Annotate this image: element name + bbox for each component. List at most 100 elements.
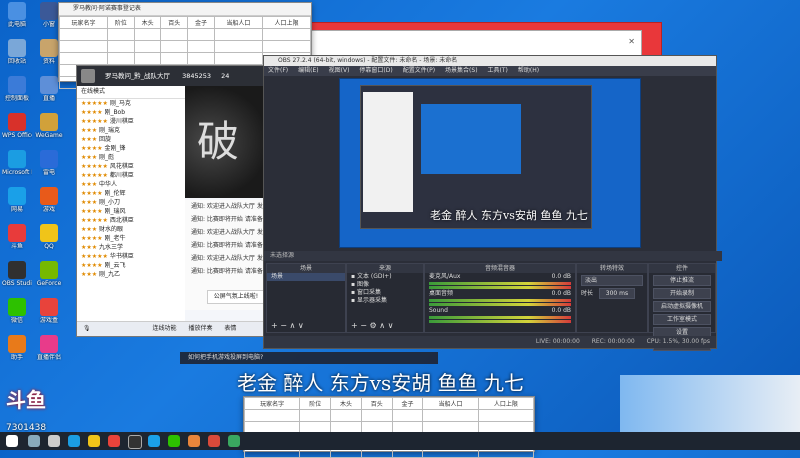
volume-slider[interactable] bbox=[429, 303, 571, 306]
status-rec: REC: 00:00:00 bbox=[591, 338, 635, 345]
spreadsheet-icon[interactable] bbox=[228, 435, 240, 447]
menu-item[interactable]: 工具(T) bbox=[488, 67, 508, 74]
user-list-item[interactable]: ★★★★★ 风花棋臣 bbox=[77, 162, 185, 171]
notice-bar[interactable]: 如何把手机游戏投屏到电脑? bbox=[180, 352, 438, 364]
desktop-icon[interactable]: GeForce bbox=[34, 261, 64, 287]
menu-item[interactable]: 配置文件(P) bbox=[403, 67, 435, 74]
status-no-source: 未选择源 bbox=[270, 252, 295, 259]
user-list-item[interactable]: ★★★ 中华人 bbox=[77, 180, 185, 189]
douyu-icon[interactable] bbox=[188, 435, 200, 447]
desktop-icon[interactable]: 回收站 bbox=[2, 39, 32, 65]
user-list-item[interactable]: ★★★★ 刚_老牛 bbox=[77, 234, 185, 243]
volume-meter[interactable] bbox=[429, 282, 571, 285]
chat-bottom-btn-2[interactable]: 播放伴奏 bbox=[188, 325, 212, 332]
desktop-icon[interactable]: 助手 bbox=[2, 335, 32, 361]
scenes-add-icon[interactable]: + − ∧ ∨ bbox=[271, 321, 304, 330]
volume-slider[interactable] bbox=[429, 320, 571, 323]
user-name: 九水三学 bbox=[99, 244, 124, 251]
wechat-icon[interactable] bbox=[168, 435, 180, 447]
volume-meter[interactable] bbox=[429, 299, 571, 302]
user-list-item[interactable]: ★★★★★ 刚_马克 bbox=[77, 99, 185, 108]
user-list-item[interactable]: ★★★★★ 西北棋臣 bbox=[77, 216, 185, 225]
user-list-item[interactable]: ★★★★ 刚_伦辉 bbox=[77, 189, 185, 198]
control-button[interactable]: 开始录制 bbox=[653, 288, 711, 299]
desktop-icon[interactable]: 游戏盒 bbox=[34, 298, 64, 324]
desktop-icon[interactable]: 游戏 bbox=[34, 187, 64, 213]
user-list-item[interactable]: ★★★★ 刚_瑞风 bbox=[77, 207, 185, 216]
user-list-item[interactable]: ★★★★ 刚_Bob bbox=[77, 108, 185, 117]
user-list-item[interactable]: ★★★ 刚_瑞克 bbox=[77, 126, 185, 135]
menu-item[interactable]: 视图(V) bbox=[329, 67, 350, 74]
control-button[interactable]: 停止推流 bbox=[653, 275, 711, 286]
source-item[interactable]: ▪ 窗口采集 bbox=[347, 289, 423, 297]
chat-avatar bbox=[81, 69, 95, 83]
app-icon bbox=[8, 335, 26, 353]
user-list-item[interactable]: ★★★ 刚_彪 bbox=[77, 153, 185, 162]
duration-label: 时长 bbox=[581, 290, 594, 297]
user-list-item[interactable]: ★★★★★ 华书棋臣 bbox=[77, 252, 185, 261]
desktop-icon[interactable]: WPS Office bbox=[2, 113, 32, 139]
chat-message: 通知: 欢迎进入战队大厅 发言请遵守规则 bbox=[191, 255, 269, 262]
desktop-icon[interactable]: 控制面板 bbox=[2, 76, 32, 102]
app-icon bbox=[40, 39, 58, 57]
control-button[interactable]: 启动虚拟摄像机 bbox=[653, 301, 711, 312]
mic-icon[interactable]: 🎙 bbox=[83, 325, 91, 332]
user-list-item[interactable]: ★★★★ 金刚_锋 bbox=[77, 144, 185, 153]
task-view-icon[interactable] bbox=[48, 435, 60, 447]
source-item[interactable]: ▪ 显示器采集 bbox=[347, 297, 423, 305]
duration-input[interactable]: 300 ms bbox=[598, 288, 635, 299]
scene-item[interactable]: 场景 bbox=[267, 273, 345, 281]
qq-icon[interactable] bbox=[148, 435, 160, 447]
game-icon[interactable] bbox=[208, 435, 220, 447]
desktop-icon[interactable]: 网易 bbox=[2, 187, 32, 213]
chat-bottom-btn-1[interactable]: 连线功能 bbox=[153, 325, 177, 332]
user-list-item[interactable]: ★★★ 财水的眼 bbox=[77, 225, 185, 234]
menu-item[interactable]: 场景集合(S) bbox=[445, 67, 478, 74]
chat-bottom-btn-3[interactable]: 表情 bbox=[224, 325, 236, 332]
user-list-item[interactable]: ★★★★ 刚_云飞 bbox=[77, 261, 185, 270]
volume-meter[interactable] bbox=[429, 316, 571, 319]
user-list-item[interactable]: ★★★ 刚_九乙 bbox=[77, 270, 185, 279]
menu-item[interactable]: 文件(F) bbox=[268, 67, 288, 74]
transition-select[interactable]: 淡出 bbox=[581, 275, 643, 286]
desktop-icon[interactable]: 雷电 bbox=[34, 150, 64, 176]
user-list-item[interactable]: ★★★★★ 都川棋臣 bbox=[77, 171, 185, 180]
desktop-icon[interactable]: Microsoft Edge bbox=[2, 150, 32, 176]
column-header: 百头 bbox=[160, 16, 189, 29]
obs-preview[interactable]: 老金 醉人 东方vs安胡 鱼鱼 九七 bbox=[339, 78, 641, 248]
user-list-item[interactable]: ★★★★★ 漫川棋臣 bbox=[77, 117, 185, 126]
obs-icon[interactable] bbox=[128, 435, 142, 449]
desktop-icon[interactable]: 斗鱼 bbox=[2, 224, 32, 250]
sources-add-icon[interactable]: + − ⚙ ∧ ∨ bbox=[351, 321, 393, 330]
preview-caption: 老金 醉人 东方vs安胡 鱼鱼 九七 bbox=[430, 209, 588, 222]
rank-stars: ★★★ bbox=[81, 154, 100, 161]
source-item[interactable]: ▪ 文本 (GDI+) bbox=[347, 273, 423, 281]
start-icon[interactable] bbox=[6, 435, 18, 447]
desktop-icon[interactable]: WeGame bbox=[34, 113, 64, 139]
duration-row: 时长 300 ms bbox=[577, 288, 647, 299]
app-icon bbox=[40, 298, 58, 316]
desktop-icon[interactable]: 直播伴侣 bbox=[34, 335, 64, 361]
desktop-icon[interactable]: 微信 bbox=[2, 298, 32, 324]
chrome-icon[interactable] bbox=[108, 435, 120, 447]
folder-icon[interactable] bbox=[88, 435, 100, 447]
close-icon[interactable]: ✕ bbox=[628, 37, 635, 46]
chat-tab-label[interactable]: 在线模式 bbox=[77, 86, 185, 99]
user-name: 财水的眼 bbox=[99, 226, 124, 233]
user-list-item[interactable]: ★★★ 刚_小刀 bbox=[77, 198, 185, 207]
source-item[interactable]: ▪ 图像 bbox=[347, 281, 423, 289]
column-header: 阶位 bbox=[107, 16, 135, 29]
app-icon bbox=[40, 335, 58, 353]
edge-icon[interactable] bbox=[68, 435, 80, 447]
menu-item[interactable]: 编辑(E) bbox=[298, 67, 318, 74]
desktop-icon[interactable]: QQ bbox=[34, 224, 64, 250]
user-list-item[interactable]: ★★★ 九水三学 bbox=[77, 243, 185, 252]
menu-item[interactable]: 帮助(H) bbox=[518, 67, 539, 74]
desktop-icon[interactable]: 此电脑 bbox=[2, 2, 32, 28]
desktop-icon[interactable]: OBS Studio bbox=[2, 261, 32, 287]
control-button[interactable]: 工作室模式 bbox=[653, 314, 711, 325]
menu-item[interactable]: 停靠窗口(D) bbox=[359, 67, 392, 74]
volume-slider[interactable] bbox=[429, 286, 571, 289]
user-list-item[interactable]: ★★★ 回旋 bbox=[77, 135, 185, 144]
search-icon[interactable] bbox=[28, 435, 40, 447]
